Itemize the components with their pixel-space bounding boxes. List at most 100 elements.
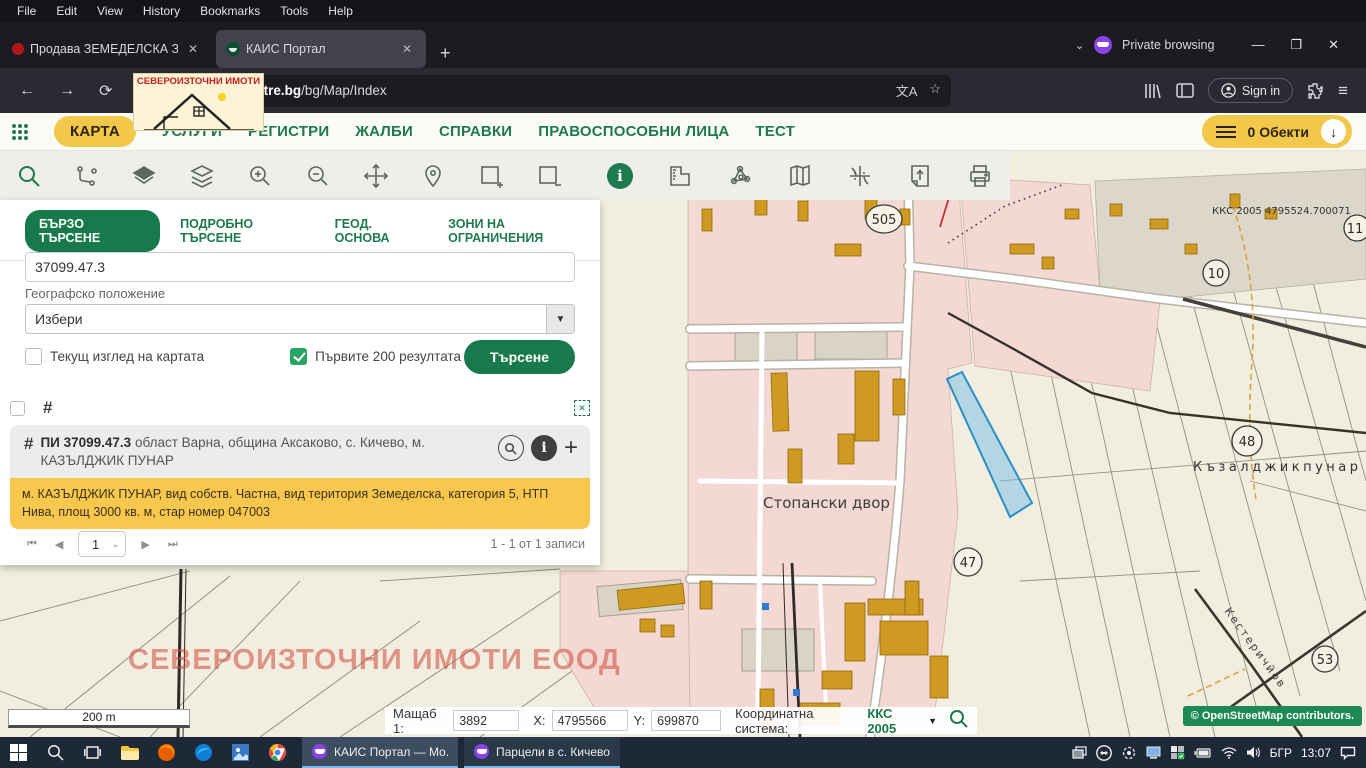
layers-tool-button[interactable] <box>173 151 231 200</box>
snap-tool-button[interactable] <box>58 151 116 200</box>
tab-geodetic-basis[interactable]: ГЕОД. ОСНОВА <box>335 217 428 245</box>
nav-karta[interactable]: КАРТА <box>54 116 136 147</box>
nav-test[interactable]: ТЕСТ <box>755 123 795 140</box>
file-explorer-icon[interactable] <box>111 737 148 768</box>
sidebar-toggle-icon[interactable] <box>1176 83 1194 98</box>
tab-close-icon[interactable]: ✕ <box>398 40 416 58</box>
first-200-checkbox[interactable] <box>290 348 307 365</box>
tab-prodava[interactable]: Продава ЗЕМЕДЕЛСКА ЗЕМЯ в ✕ <box>2 30 212 68</box>
menu-history[interactable]: History <box>134 2 189 20</box>
next-page-button[interactable]: ▶ <box>132 534 158 555</box>
measure-area-tool-button[interactable] <box>710 163 770 189</box>
menu-bookmarks[interactable]: Bookmarks <box>191 2 269 20</box>
tab-detailed-search[interactable]: ПОДРОБНО ТЪРСЕНЕ <box>180 217 315 245</box>
search-tool-button[interactable] <box>0 151 58 200</box>
nav-spravki[interactable]: СПРАВКИ <box>439 123 512 140</box>
edge-icon[interactable] <box>185 737 222 768</box>
back-button[interactable]: ← <box>10 78 44 104</box>
page-select[interactable]: 1 ⌄ <box>78 531 126 557</box>
info-tool-button[interactable]: i <box>590 163 650 189</box>
translate-icon[interactable]: 文A <box>896 81 918 100</box>
coordinates-tool-button[interactable] <box>830 163 890 189</box>
result-item[interactable]: # ПИ 37099.47.3 област Варна, община Акс… <box>10 425 590 478</box>
sign-in-button[interactable]: Sign in <box>1208 78 1293 103</box>
geo-position-select[interactable]: Избери ▼ <box>25 304 575 334</box>
prev-page-button[interactable]: ◀ <box>46 534 72 555</box>
export-tool-button[interactable] <box>890 163 950 189</box>
clock[interactable]: 13:07 <box>1301 746 1331 760</box>
taskbar-window-parceli[interactable]: Парцели в с. Кичево... <box>464 737 620 768</box>
teamviewer-icon[interactable] <box>1096 745 1112 761</box>
measure-length-tool-button[interactable] <box>650 163 710 189</box>
nav-pravosposobni-lica[interactable]: ПРАВОСПОСОБНИ ЛИЦА <box>538 123 729 140</box>
app-menu-icon[interactable]: ≡ <box>1338 81 1348 101</box>
map-sheets-tool-button[interactable] <box>770 163 830 189</box>
tab-restriction-zones[interactable]: ЗОНИ НА ОГРАНИЧЕНИЯ <box>448 217 600 245</box>
zoom-rect-out-tool-button[interactable] <box>520 151 578 200</box>
window-close-button[interactable]: ✕ <box>1315 34 1352 56</box>
language-indicator[interactable]: БГР <box>1270 746 1292 760</box>
capture-icon[interactable] <box>1121 746 1137 760</box>
monitor-icon[interactable] <box>1146 746 1161 759</box>
scale-input[interactable] <box>453 710 519 731</box>
nav-zhalbi[interactable]: ЖАЛБИ <box>355 123 413 140</box>
objects-badge[interactable]: 0 Обекти ↓ <box>1202 115 1352 148</box>
y-coordinate-input[interactable] <box>651 710 721 731</box>
last-page-button[interactable]: ⏭ <box>159 534 187 555</box>
x-coordinate-input[interactable] <box>552 710 628 731</box>
current-map-view-checkbox[interactable] <box>25 348 42 365</box>
window-restore-button[interactable]: ❐ <box>1277 34 1315 56</box>
zoom-rect-in-tool-button[interactable] <box>462 151 520 200</box>
result-info-icon[interactable]: i <box>531 435 557 461</box>
window-minimize-button[interactable]: — <box>1238 34 1277 56</box>
wifi-icon[interactable] <box>1221 747 1237 759</box>
osm-attribution[interactable]: © OpenStreetMap contributors. <box>1183 706 1362 726</box>
dropdown-arrow-icon[interactable]: ▼ <box>546 305 574 333</box>
clear-selection-icon[interactable] <box>574 400 590 416</box>
reload-button[interactable]: ⟳ <box>90 77 121 105</box>
zoom-in-tool-button[interactable] <box>231 151 289 200</box>
add-result-icon[interactable]: + <box>564 434 578 462</box>
menu-file[interactable]: File <box>8 2 45 20</box>
location-pin-tool-button[interactable] <box>405 151 463 200</box>
battery-icon[interactable] <box>1194 747 1212 759</box>
chrome-icon[interactable] <box>259 737 296 768</box>
menu-edit[interactable]: Edit <box>47 2 86 20</box>
tab-close-icon[interactable]: ✕ <box>184 40 202 58</box>
zoom-out-tool-button[interactable] <box>289 151 347 200</box>
taskbar-search-icon[interactable] <box>37 737 74 768</box>
new-tab-button[interactable]: + <box>428 39 463 68</box>
firefox-icon[interactable] <box>148 737 185 768</box>
task-view-icon[interactable] <box>74 737 111 768</box>
url-field[interactable]: 🔒 kais.cadastre.bg/bg/Map/Index 文A ☆ <box>161 75 951 107</box>
start-button[interactable] <box>0 737 37 768</box>
coordinate-search-icon[interactable] <box>949 709 969 732</box>
download-objects-icon[interactable]: ↓ <box>1321 119 1346 144</box>
forward-button[interactable]: → <box>50 78 84 104</box>
apps-grid-icon[interactable] <box>12 124 28 140</box>
menu-tools[interactable]: Tools <box>271 2 317 20</box>
search-query-input[interactable] <box>25 252 575 282</box>
library-icon[interactable] <box>1144 83 1162 99</box>
bookmark-star-icon[interactable]: ☆ <box>929 81 941 100</box>
menu-view[interactable]: View <box>88 2 132 20</box>
volume-icon[interactable] <box>1246 746 1261 759</box>
pan-tool-button[interactable] <box>347 151 405 200</box>
layers-filled-icon-button[interactable] <box>116 151 174 200</box>
cascade-windows-icon[interactable] <box>1072 746 1087 759</box>
search-button[interactable]: Търсене <box>464 340 575 374</box>
defender-icon[interactable] <box>1170 745 1185 760</box>
taskbar-window-kais[interactable]: КАИС Портал — Mo... <box>302 737 458 768</box>
select-all-results-checkbox[interactable] <box>10 401 25 416</box>
tab-quick-search[interactable]: БЪРЗО ТЪРСЕНЕ <box>25 210 160 252</box>
zoom-to-result-icon[interactable] <box>498 435 524 461</box>
action-center-icon[interactable] <box>1340 746 1356 760</box>
tab-kais-portal[interactable]: КАИС Портал ✕ <box>216 30 426 68</box>
extensions-puzzle-icon[interactable] <box>1307 82 1324 99</box>
crs-select[interactable]: ККС 2005 ▼ <box>867 706 937 736</box>
print-tool-button[interactable] <box>950 163 1010 189</box>
photos-app-icon[interactable] <box>222 737 259 768</box>
menu-help[interactable]: Help <box>319 2 362 20</box>
tab-list-chevron-icon[interactable]: ⌄ <box>1075 39 1084 52</box>
first-page-button[interactable]: ⏮ <box>18 534 46 555</box>
